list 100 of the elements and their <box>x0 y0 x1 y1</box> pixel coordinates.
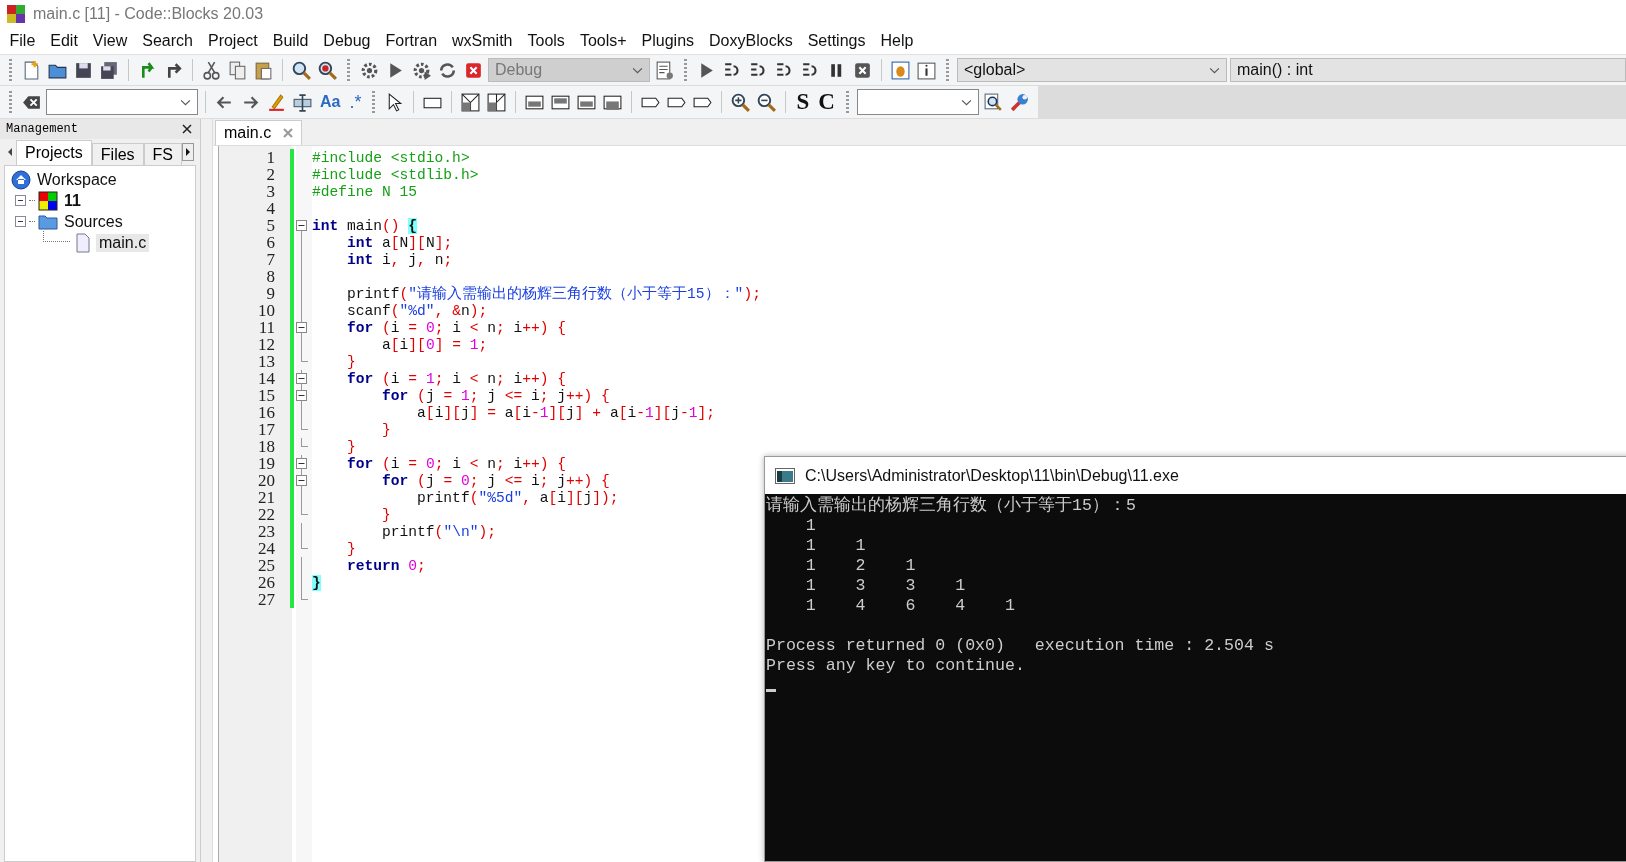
panel-title: Management <box>6 122 78 136</box>
code-line: for (i = 0; i < n; i++) { <box>346 455 567 472</box>
console-line: 1 4 6 4 1 <box>804 596 1016 616</box>
scope-dropdown[interactable]: <global> <box>957 58 1227 82</box>
menu-item[interactable]: Debug <box>315 32 378 50</box>
save-all-icon[interactable] <box>99 59 120 81</box>
regex-button[interactable]: .* <box>346 91 365 113</box>
c-button[interactable]: C <box>815 89 838 115</box>
fold-icon[interactable] <box>296 390 307 401</box>
menu-item[interactable]: Project <box>200 32 266 50</box>
cut-icon[interactable] <box>201 59 222 81</box>
menu-item[interactable]: Search <box>134 32 201 50</box>
code-line: #include <stdio.h> <box>312 149 470 166</box>
menu-item[interactable]: Help <box>872 32 921 50</box>
copy-icon[interactable] <box>227 59 248 81</box>
tree-item[interactable]: 11 <box>61 191 84 210</box>
code-line: return 0; <box>346 557 426 574</box>
highlighter-icon[interactable] <box>266 91 287 113</box>
fold-icon[interactable] <box>296 322 307 333</box>
match-case-button[interactable]: Aa <box>317 93 344 111</box>
split-icon[interactable] <box>486 91 508 113</box>
search-icon[interactable] <box>291 59 312 81</box>
text-cursor <box>766 689 776 692</box>
tab-label[interactable]: main.c <box>224 124 272 142</box>
zoom-in-icon[interactable] <box>730 91 752 113</box>
code-line: #define N 15 <box>312 183 418 200</box>
console-line: 1 2 1 <box>804 556 917 576</box>
code-line: int i, j, n; <box>346 251 453 268</box>
home-icon <box>11 169 31 190</box>
code-line: for (j = 1; j <= i; j++) { <box>381 387 610 404</box>
scroll-right-icon[interactable] <box>182 143 195 161</box>
code-line: } <box>346 438 356 455</box>
fold-icon[interactable] <box>296 373 307 384</box>
console-icon <box>775 467 795 484</box>
chevron-icon <box>960 98 972 106</box>
app-icon <box>6 4 26 24</box>
tree-item[interactable]: Workspace <box>34 170 120 189</box>
console-title: C:\Users\Administrator\Desktop\11\bin\Debug\11.exe <box>805 466 1179 485</box>
menu-item[interactable]: File <box>2 32 43 50</box>
wrench-icon[interactable] <box>1008 91 1030 113</box>
tab[interactable]: FS <box>143 143 183 165</box>
fold-line <box>301 370 302 373</box>
menu-item[interactable]: View <box>85 32 135 50</box>
code-line: for (j = 0; j <= i; j++) { <box>381 472 610 489</box>
fold-icon[interactable] <box>296 458 307 469</box>
split-icon[interactable] <box>460 91 482 113</box>
collapse-icon[interactable] <box>15 195 26 206</box>
function-dropdown[interactable]: main() : int <box>1230 58 1626 82</box>
tab[interactable]: Projects <box>16 140 92 165</box>
menu-item[interactable]: Tools <box>520 32 573 50</box>
code-line: } <box>381 421 391 438</box>
chevron-icon <box>180 98 191 106</box>
fold-line <box>301 523 302 540</box>
code-line: printf("%5d", a[i][j]); <box>416 489 619 506</box>
menu-item[interactable]: Build <box>265 32 316 50</box>
console-line: 1 1 <box>804 536 867 556</box>
code-line: } <box>346 353 356 370</box>
console-line: 1 <box>804 516 817 536</box>
search-icon[interactable] <box>982 91 1004 113</box>
code-line: } <box>346 540 356 557</box>
menu-item[interactable]: DoxyBlocks <box>701 32 801 50</box>
console-line: Process returned 0 (0x0) execution time : 2.504 s <box>766 636 1275 656</box>
code-line: printf("请输入需输出的杨辉三角行数（小于等于15）："); <box>346 284 761 303</box>
fold-icon[interactable] <box>296 220 307 231</box>
chevron-icon <box>1209 66 1220 74</box>
menu-item[interactable]: wxSmith <box>444 32 520 50</box>
zoom-out-icon[interactable] <box>756 91 778 113</box>
code-line: a[i][0] = 1; <box>381 336 488 353</box>
menu-item[interactable]: Tools+ <box>572 32 635 50</box>
code-line: for (i = 1; i < n; i++) { <box>346 370 567 387</box>
tree-item[interactable]: Sources <box>61 212 126 231</box>
console-line: 请输入需输出的杨辉三角行数（小于等于15）：5 <box>766 496 1137 516</box>
tree-item[interactable]: main.c <box>96 233 150 252</box>
replace-icon[interactable] <box>317 59 338 81</box>
code-line: } <box>381 506 391 523</box>
menu-item[interactable]: Fortran <box>378 32 445 50</box>
fold-icon[interactable] <box>296 475 307 486</box>
code-line: for (i = 0; i < n; i++) { <box>346 319 567 336</box>
tab[interactable]: Files <box>91 143 144 165</box>
collapse-icon[interactable] <box>15 216 26 227</box>
menu-item[interactable]: Edit <box>42 32 86 50</box>
window-title: main.c [11] - Code::Blocks 20.03 <box>33 5 264 23</box>
code-line: scanf("%d", &n); <box>346 302 488 319</box>
menu-item[interactable]: Plugins <box>634 32 702 50</box>
selection-icon[interactable] <box>292 91 313 113</box>
s-button[interactable]: S <box>793 89 813 115</box>
code-line: int main() { <box>312 217 418 234</box>
menu-item[interactable]: Settings <box>800 32 873 50</box>
bug-icon[interactable] <box>890 59 911 81</box>
project-icon <box>38 190 58 211</box>
editor-tab[interactable]: main.c <box>215 120 303 145</box>
close-icon[interactable] <box>182 124 192 134</box>
console-line: Press any key to continue. <box>766 656 1026 676</box>
code-line: printf("\n"); <box>381 523 496 540</box>
chevron-icon <box>632 66 643 74</box>
code-line: int a[N][N]; <box>346 234 453 251</box>
list-icon[interactable] <box>654 59 675 81</box>
code-line: a[i][j] = a[i-1][j] + a[i-1][j-1]; <box>416 404 716 421</box>
fold-line <box>301 455 302 458</box>
console-line: 1 3 3 1 <box>804 576 967 596</box>
